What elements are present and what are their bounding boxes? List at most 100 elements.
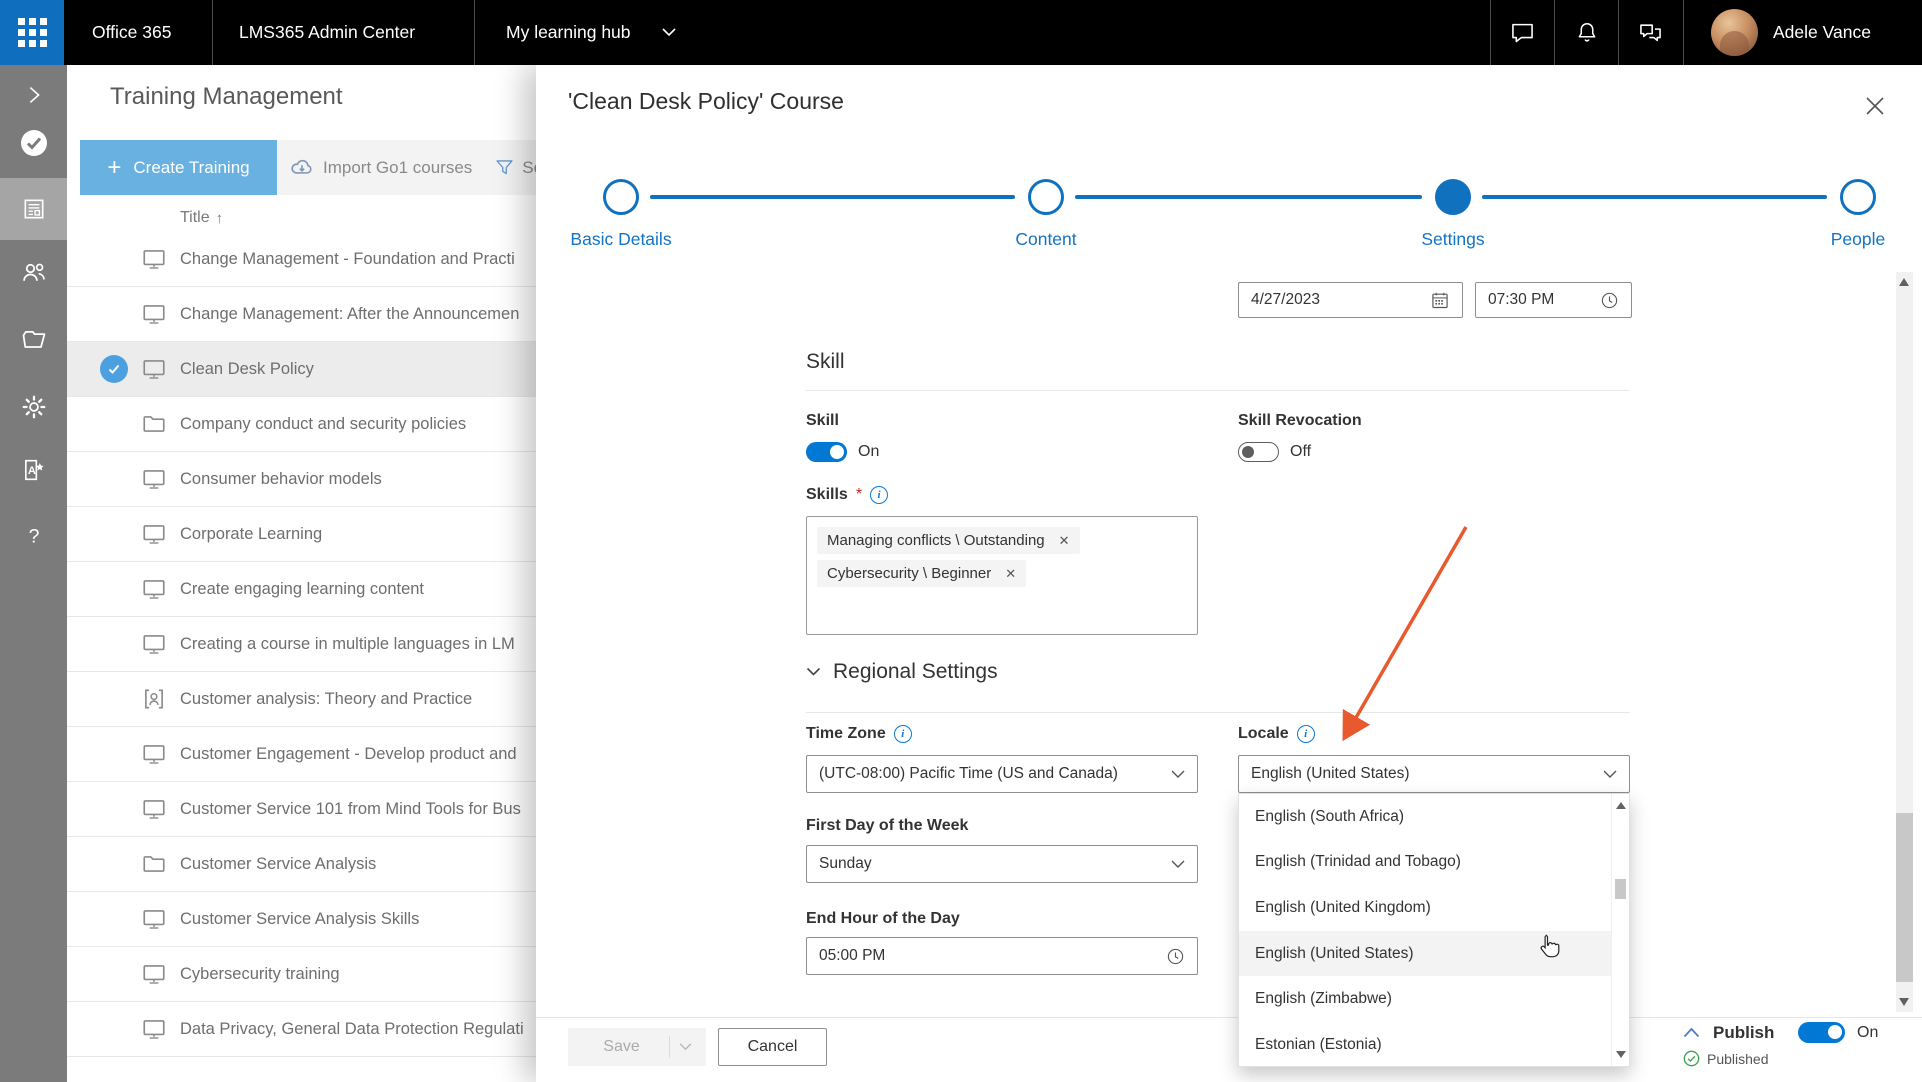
clock-icon <box>1166 947 1185 966</box>
scroll-down-arrow[interactable] <box>1616 1051 1626 1058</box>
step-label[interactable]: People <box>1778 229 1922 250</box>
course-row[interactable]: Customer Service Analysis Skills <box>67 892 536 947</box>
app-launcher-button[interactable] <box>0 0 64 65</box>
remove-tag-icon[interactable]: ✕ <box>1005 566 1016 582</box>
office365-link[interactable]: Office 365 <box>92 0 171 65</box>
chat-button[interactable] <box>1491 0 1554 65</box>
notifications-button[interactable] <box>1555 0 1618 65</box>
section-divider <box>806 390 1630 391</box>
course-row[interactable]: Creating a course in multiple languages … <box>67 617 536 672</box>
locale-option[interactable]: Estonian (Estonia) <box>1239 1022 1629 1068</box>
locale-option[interactable]: English (Trinidad and Tobago) <box>1239 840 1629 886</box>
stepper-step[interactable]: Content <box>966 179 1126 250</box>
timezone-select[interactable]: (UTC-08:00) Pacific Time (US and Canada) <box>806 755 1198 793</box>
stepper-step[interactable]: Basic Details <box>541 179 701 250</box>
course-row[interactable]: Create engaging learning content <box>67 562 536 617</box>
course-row[interactable]: Clean Desk Policy <box>67 342 536 397</box>
step-label[interactable]: Settings <box>1373 229 1533 250</box>
scroll-up-arrow[interactable] <box>1899 278 1909 286</box>
chevron-down-icon <box>670 1043 700 1051</box>
collapse-publish-button[interactable] <box>1683 1027 1700 1038</box>
course-settings-modal: 'Clean Desk Policy' Course Basic Details… <box>536 65 1922 1082</box>
course-monitor-icon <box>140 1015 168 1043</box>
start-time-input[interactable]: 07:30 PM <box>1475 282 1632 318</box>
remove-tag-icon[interactable]: ✕ <box>1059 533 1070 549</box>
nav-settings[interactable] <box>0 379 67 435</box>
nav-training-management[interactable] <box>0 178 67 240</box>
locale-option-label: English (Trinidad and Tobago) <box>1255 853 1461 871</box>
cancel-button[interactable]: Cancel <box>718 1028 827 1066</box>
topbar-divider <box>212 0 213 65</box>
skill-revocation-toggle[interactable] <box>1238 442 1279 462</box>
scroll-up-arrow[interactable] <box>1616 802 1626 809</box>
skills-input[interactable]: Managing conflicts \ Outstanding ✕ Cyber… <box>806 516 1198 635</box>
dropdown-scrollbar[interactable] <box>1611 794 1629 1066</box>
locale-select[interactable]: English (United States) <box>1238 755 1630 793</box>
course-monitor-icon <box>140 520 168 548</box>
course-row[interactable]: Change Management - Foundation and Pract… <box>67 232 536 287</box>
close-icon <box>1865 96 1885 116</box>
course-row[interactable]: Company conduct and security policies <box>67 397 536 452</box>
course-row[interactable]: Data Privacy, General Data Protection Re… <box>67 1002 536 1057</box>
nav-translation[interactable]: A <box>0 442 67 498</box>
course-row[interactable]: Customer analysis: Theory and Practice <box>67 672 536 727</box>
course-title: Consumer behavior models <box>180 470 536 489</box>
skill-toggle-label: Skill <box>806 412 839 430</box>
avatar[interactable] <box>1711 9 1758 56</box>
expand-chevron-icon <box>23 84 45 106</box>
nav-people[interactable] <box>0 244 67 300</box>
scrollbar-thumb[interactable] <box>1615 879 1626 899</box>
learning-hub-menu[interactable]: My learning hub <box>506 0 631 65</box>
course-row[interactable]: Change Management: After the Announcemen <box>67 287 536 342</box>
nav-lms365-home[interactable] <box>0 115 67 171</box>
course-title: Clean Desk Policy <box>180 360 536 379</box>
course-row[interactable]: Cybersecurity training <box>67 947 536 1002</box>
modal-scrollbar[interactable] <box>1896 272 1913 1012</box>
step-label[interactable]: Basic Details <box>541 229 701 250</box>
course-title: Customer Service 101 from Mind Tools for… <box>180 800 536 819</box>
admin-center-link[interactable]: LMS365 Admin Center <box>239 0 415 65</box>
save-button[interactable]: Save <box>568 1028 706 1066</box>
topbar-divider <box>1683 0 1684 65</box>
first-day-select[interactable]: Sunday <box>806 845 1198 883</box>
course-title: Customer Service Analysis Skills <box>180 910 536 929</box>
stepper-step[interactable]: People <box>1778 179 1922 250</box>
course-row[interactable]: Customer Engagement - Develop product an… <box>67 727 536 782</box>
locale-option[interactable]: English (South Africa) <box>1239 794 1629 840</box>
info-icon[interactable]: i <box>894 725 912 743</box>
search-button[interactable]: Se <box>522 158 536 178</box>
scroll-down-arrow[interactable] <box>1899 998 1909 1006</box>
step-circle-icon[interactable] <box>1840 179 1876 215</box>
user-name[interactable]: Adele Vance <box>1773 0 1871 65</box>
step-label[interactable]: Content <box>966 229 1126 250</box>
info-icon[interactable]: i <box>1297 725 1315 743</box>
info-icon[interactable]: i <box>870 486 888 504</box>
nav-help[interactable]: ? <box>0 508 67 564</box>
create-training-button[interactable]: + Create Training <box>80 140 277 195</box>
chevron-down-icon <box>1171 770 1185 779</box>
chevron-down-icon[interactable] <box>662 28 676 37</box>
course-row[interactable]: Corporate Learning <box>67 507 536 562</box>
step-circle-icon[interactable] <box>1028 179 1064 215</box>
stepper-step[interactable]: Settings <box>1373 179 1533 250</box>
step-circle-icon[interactable] <box>603 179 639 215</box>
start-date-input[interactable]: 4/27/2023 <box>1238 282 1463 318</box>
publish-toggle[interactable] <box>1798 1022 1845 1043</box>
close-button[interactable] <box>1862 93 1888 119</box>
locale-option[interactable]: English (United Kingdom) <box>1239 885 1629 931</box>
scrollbar-thumb[interactable] <box>1896 813 1913 982</box>
course-row[interactable]: Consumer behavior models <box>67 452 536 507</box>
skill-toggle[interactable] <box>806 442 847 462</box>
feedback-button[interactable] <box>1619 0 1682 65</box>
import-go1-button[interactable]: Import Go1 courses <box>323 158 472 178</box>
course-row[interactable]: Customer Service 101 from Mind Tools for… <box>67 782 536 837</box>
nav-course-catalog[interactable] <box>0 312 67 368</box>
chevron-down-icon <box>1171 860 1185 869</box>
end-hour-input[interactable]: 05:00 PM <box>806 937 1198 975</box>
column-header-title[interactable]: Title ↑ <box>180 209 223 227</box>
course-row[interactable]: Customer Service Analysis <box>67 837 536 892</box>
regional-settings-heading[interactable]: Regional Settings <box>806 660 998 684</box>
step-circle-icon[interactable] <box>1435 179 1471 215</box>
locale-option[interactable]: English (United States) <box>1239 931 1629 977</box>
locale-option[interactable]: English (Zimbabwe) <box>1239 976 1629 1022</box>
